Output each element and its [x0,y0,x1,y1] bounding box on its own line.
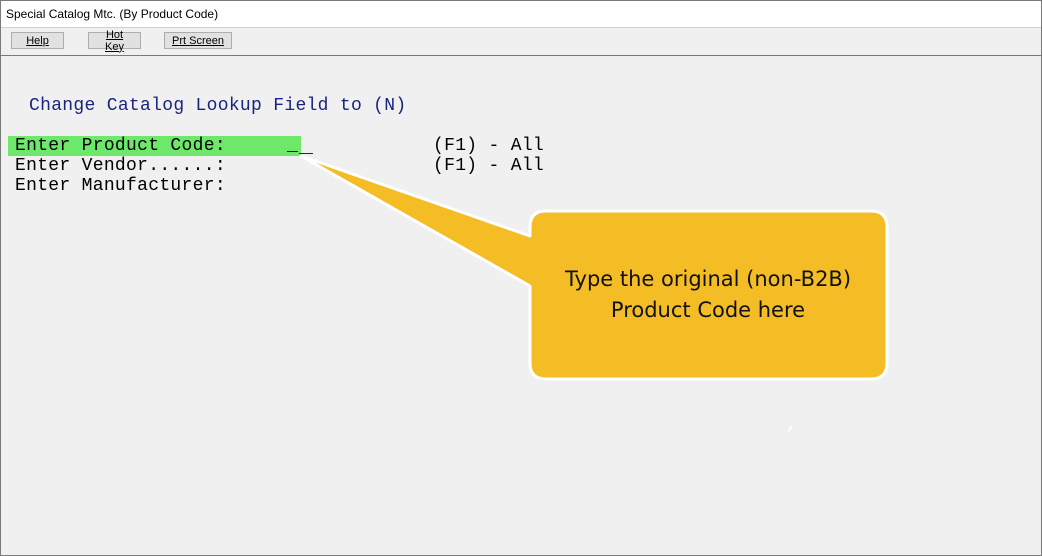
callout-line-2: Product Code here [610,298,806,322]
app-window: Special Catalog Mtc. (By Product Code) H… [0,0,1042,556]
callout-text: Type the original (non-B2B) Product Code… [529,211,887,379]
decorative-mark [787,425,792,433]
callout-line-1: Type the original (non-B2B) [564,267,852,291]
